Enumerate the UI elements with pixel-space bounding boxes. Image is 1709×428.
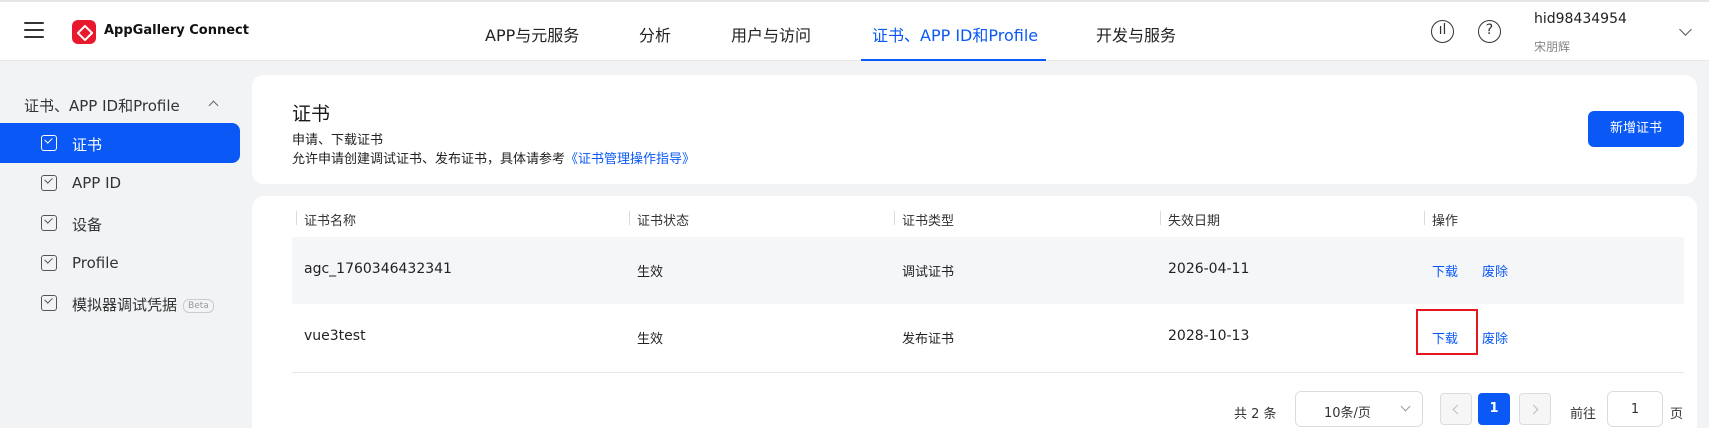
page-description: 允许申请创建调试证书、发布证书，具体请参考《证书管理操作指导》 <box>292 148 695 167</box>
nav-app-services[interactable]: APP与元服务 <box>485 22 579 46</box>
cert-name: vue3test <box>304 328 366 344</box>
brand-name[interactable]: AppGallery Connect <box>104 23 249 38</box>
device-icon <box>41 215 57 231</box>
description-text: 允许申请创建调试证书、发布证书，具体请参考 <box>292 152 566 167</box>
certificate-table-card: 证书名称 证书状态 证书类型 失效日期 操作 agc_1760346432341… <box>252 196 1697 428</box>
page-number-current[interactable]: 1 <box>1478 393 1510 425</box>
nav-active-indicator <box>861 59 1046 61</box>
chevron-down-icon[interactable] <box>1679 23 1692 36</box>
sidebar-item-label: 模拟器调试凭据 Beta <box>72 294 214 315</box>
sidebar-item-certificates[interactable]: 证书 <box>0 123 240 163</box>
nav-dev-services[interactable]: 开发与服务 <box>1096 22 1176 46</box>
chevron-right-icon <box>1528 404 1539 415</box>
top-bar: AppGallery Connect APP与元服务 分析 用户与访问 证书、A… <box>0 0 1709 61</box>
chevron-down-icon <box>1400 401 1411 412</box>
sidebar-item-emulator-credentials[interactable]: 模拟器调试凭据 Beta <box>0 283 240 323</box>
total-count: 共 2 条 <box>1234 407 1277 422</box>
download-link[interactable]: 下载 <box>1432 261 1458 280</box>
cert-status: 生效 <box>637 332 664 347</box>
column-divider <box>894 211 895 225</box>
help-icon[interactable]: ? <box>1478 20 1501 43</box>
sidebar-item-label: APP ID <box>72 174 122 192</box>
guide-link[interactable]: 《证书管理操作指导》 <box>565 152 695 167</box>
sidebar-group-title[interactable]: 证书、APP ID和Profile <box>24 95 180 116</box>
page-header-card: 证书 申请、下载证书 允许申请创建调试证书、发布证书，具体请参考《证书管理操作指… <box>252 75 1697 184</box>
page-subtitle: 申请、下载证书 <box>292 133 384 148</box>
user-display-name: 宋朋辉 <box>1534 40 1571 54</box>
revoke-link[interactable]: 废除 <box>1482 261 1508 280</box>
cert-type: 发布证书 <box>902 332 955 347</box>
certificate-icon <box>41 135 57 151</box>
chevron-left-icon <box>1452 404 1463 415</box>
prev-page-button[interactable] <box>1440 393 1472 425</box>
appgallery-logo-icon[interactable] <box>72 20 96 44</box>
column-divider <box>629 211 630 225</box>
nav-users-access[interactable]: 用户与访问 <box>731 22 811 46</box>
next-page-button[interactable] <box>1519 393 1551 425</box>
app-id-icon <box>41 175 57 191</box>
add-certificate-button[interactable]: 新增证书 <box>1588 111 1684 147</box>
profile-icon <box>41 255 57 271</box>
user-account-name[interactable]: hid98434954 <box>1534 11 1627 27</box>
table-row: agc_1760346432341 生效 调试证书 2026-04-11 下载 … <box>292 237 1684 304</box>
table-bottom-divider <box>292 372 1684 373</box>
beta-badge: Beta <box>183 299 214 313</box>
column-header-status: 证书状态 <box>637 214 690 229</box>
column-header-name: 证书名称 <box>304 214 357 229</box>
sidebar-item-text: 模拟器调试凭据 <box>72 296 178 314</box>
cert-status: 生效 <box>637 265 664 280</box>
chevron-up-icon[interactable] <box>208 100 219 111</box>
column-header-type: 证书类型 <box>902 214 955 229</box>
page-size-select[interactable]: 10条/页 <box>1295 391 1423 427</box>
top-divider <box>0 0 1709 2</box>
column-header-actions: 操作 <box>1432 214 1459 229</box>
cert-name: agc_1760346432341 <box>304 261 452 277</box>
page-size-value: 10条/页 <box>1324 406 1371 421</box>
nav-analytics[interactable]: 分析 <box>639 22 671 46</box>
emulator-icon <box>41 295 57 311</box>
column-divider <box>1424 211 1425 225</box>
nav-certificates[interactable]: 证书、APP ID和Profile <box>872 22 1038 46</box>
revoke-link[interactable]: 废除 <box>1482 328 1508 347</box>
column-divider <box>296 211 297 225</box>
page-title: 证书 <box>292 103 331 125</box>
cert-expiry: 2026-04-11 <box>1168 261 1250 277</box>
sidebar-item-label: 证书 <box>72 136 103 154</box>
goto-label: 前往 <box>1570 407 1597 422</box>
download-highlight-box <box>1416 309 1478 355</box>
sidebar-item-app-id[interactable]: APP ID <box>0 163 240 203</box>
column-header-expiry: 失效日期 <box>1168 214 1221 229</box>
table-row: vue3test 生效 发布证书 2028-10-13 下载 废除 <box>292 304 1684 371</box>
column-divider <box>1160 211 1161 225</box>
sidebar-item-label: Profile <box>72 254 119 272</box>
sidebar-item-devices[interactable]: 设备 <box>0 203 240 243</box>
cert-expiry: 2028-10-13 <box>1168 328 1250 344</box>
sidebar-item-profile[interactable]: Profile <box>0 243 240 283</box>
feedback-icon[interactable]: ıl <box>1431 20 1454 43</box>
sidebar-item-label: 设备 <box>72 216 103 234</box>
goto-unit: 页 <box>1670 407 1684 422</box>
menu-icon[interactable] <box>24 22 44 38</box>
cert-type: 调试证书 <box>902 265 955 280</box>
goto-page-input[interactable] <box>1607 391 1663 427</box>
